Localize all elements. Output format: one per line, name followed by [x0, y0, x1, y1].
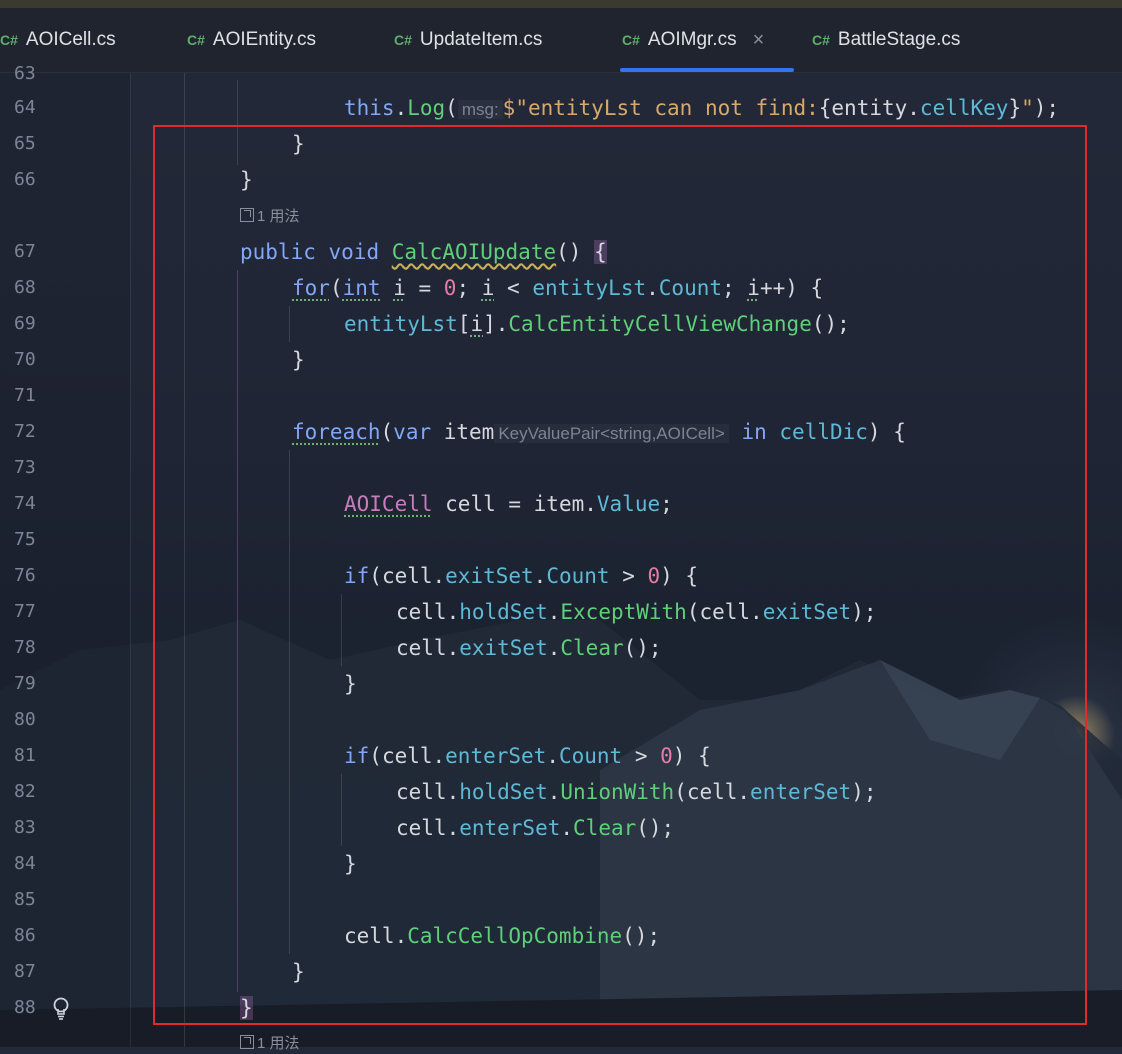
csharp-icon: C#: [622, 32, 640, 48]
tab-label: AOIEntity.cs: [212, 29, 317, 50]
tab-aoientity[interactable]: C# AOIEntity.cs: [187, 8, 316, 72]
window-top-strip: [0, 0, 1122, 8]
line-number: 87: [14, 961, 36, 982]
code-line-87[interactable]: }: [292, 954, 305, 990]
indent-guide: [289, 306, 290, 342]
method-name: CalcAOIUpdate: [391, 240, 557, 264]
tab-label: AOICell.cs: [25, 29, 116, 50]
line-number: 76: [14, 565, 36, 586]
usage-hint-next[interactable]: 1 用法: [240, 1034, 300, 1054]
gutter-divider: [130, 72, 131, 1047]
line-number: 64: [14, 97, 36, 118]
csharp-icon: C#: [812, 32, 830, 48]
matched-brace: {: [594, 240, 607, 264]
line-number: 73: [14, 457, 36, 478]
line-number: 81: [14, 745, 36, 766]
code-line-78[interactable]: cell.exitSet.Clear();: [396, 630, 662, 666]
editor-tab-bar: C# AOICell.cs C# AOIEntity.cs C# UpdateI…: [0, 8, 1122, 73]
indent-guide: [289, 450, 290, 954]
line-number: 69: [14, 313, 36, 334]
tab-updateitem[interactable]: C# UpdateItem.cs: [394, 8, 542, 72]
active-tab-indicator: [620, 68, 794, 72]
code-line-66[interactable]: }: [240, 162, 253, 198]
line-number: 74: [14, 493, 36, 514]
code-line-76[interactable]: if(cell.exitSet.Count > 0) {: [344, 558, 698, 594]
code-line-65[interactable]: }: [292, 126, 305, 162]
csharp-icon: C#: [187, 32, 205, 48]
line-number: 63: [14, 63, 36, 84]
code-line-77[interactable]: cell.holdSet.ExceptWith(cell.exitSet);: [396, 594, 877, 630]
code-line-68[interactable]: for(int i = 0; i < entityLst.Count; i++)…: [292, 270, 823, 306]
line-number: 80: [14, 709, 36, 730]
code-line-86[interactable]: cell.CalcCellOpCombine();: [344, 918, 660, 954]
line-number: 85: [14, 889, 36, 910]
tab-battlestage[interactable]: C# BattleStage.cs: [812, 8, 960, 72]
indent-guide: [341, 594, 342, 666]
tab-label: BattleStage.cs: [837, 29, 961, 50]
line-number: 83: [14, 817, 36, 838]
csharp-icon: C#: [0, 32, 18, 48]
code-line-81[interactable]: if(cell.enterSet.Count > 0) {: [344, 738, 711, 774]
line-number: 70: [14, 349, 36, 370]
tab-label: UpdateItem.cs: [419, 29, 543, 50]
line-number: 84: [14, 853, 36, 874]
line-number: 77: [14, 601, 36, 622]
close-icon[interactable]: ×: [753, 29, 765, 52]
line-number: 66: [14, 169, 36, 190]
code-line-84[interactable]: }: [344, 846, 357, 882]
background-mountains: [0, 620, 1122, 1047]
indent-guide-method: [237, 270, 238, 992]
type-hint: KeyValuePair<string,AOICell>: [494, 424, 729, 443]
code-line-83[interactable]: cell.enterSet.Clear();: [396, 810, 674, 846]
code-line-69[interactable]: entityLst[i].CalcEntityCellViewChange();: [344, 306, 850, 342]
code-line-82[interactable]: cell.holdSet.UnionWith(cell.enterSet);: [396, 774, 877, 810]
parameter-hint: msg:: [457, 100, 503, 119]
csharp-icon: C#: [394, 32, 412, 48]
lightbulb-icon[interactable]: [52, 996, 70, 1022]
line-number: 78: [14, 637, 36, 658]
indent-guide: [341, 774, 342, 846]
usage-link-icon: [240, 208, 254, 222]
code-line-67[interactable]: public void CalcAOIUpdate() {: [240, 234, 607, 270]
line-number: 86: [14, 925, 36, 946]
line-number: 75: [14, 529, 36, 550]
matched-brace: }: [240, 996, 253, 1020]
line-number: 82: [14, 781, 36, 802]
code-line-88[interactable]: }: [240, 990, 253, 1026]
indent-guide: [237, 80, 238, 165]
line-number: 79: [14, 673, 36, 694]
tab-aoimgr[interactable]: C# AOIMgr.cs ×: [622, 8, 764, 72]
indent-guide: [184, 72, 185, 1047]
code-line-79[interactable]: }: [344, 666, 357, 702]
line-number: 65: [14, 133, 36, 154]
code-line-70[interactable]: }: [292, 342, 305, 378]
code-line-64[interactable]: this.Log(msg: $"entityLst can not find:{e…: [344, 90, 1059, 126]
line-number: 67: [14, 241, 36, 262]
usage-hint[interactable]: 1 用法: [240, 207, 300, 227]
line-number: 68: [14, 277, 36, 298]
tab-label: AOIMgr.cs: [647, 29, 737, 50]
code-line-74[interactable]: AOICell cell = item.Value;: [344, 486, 673, 522]
code-line-72[interactable]: foreach(var item KeyValuePair<string,AOIC…: [292, 414, 906, 450]
line-number: 71: [14, 385, 36, 406]
line-number: 72: [14, 421, 36, 442]
